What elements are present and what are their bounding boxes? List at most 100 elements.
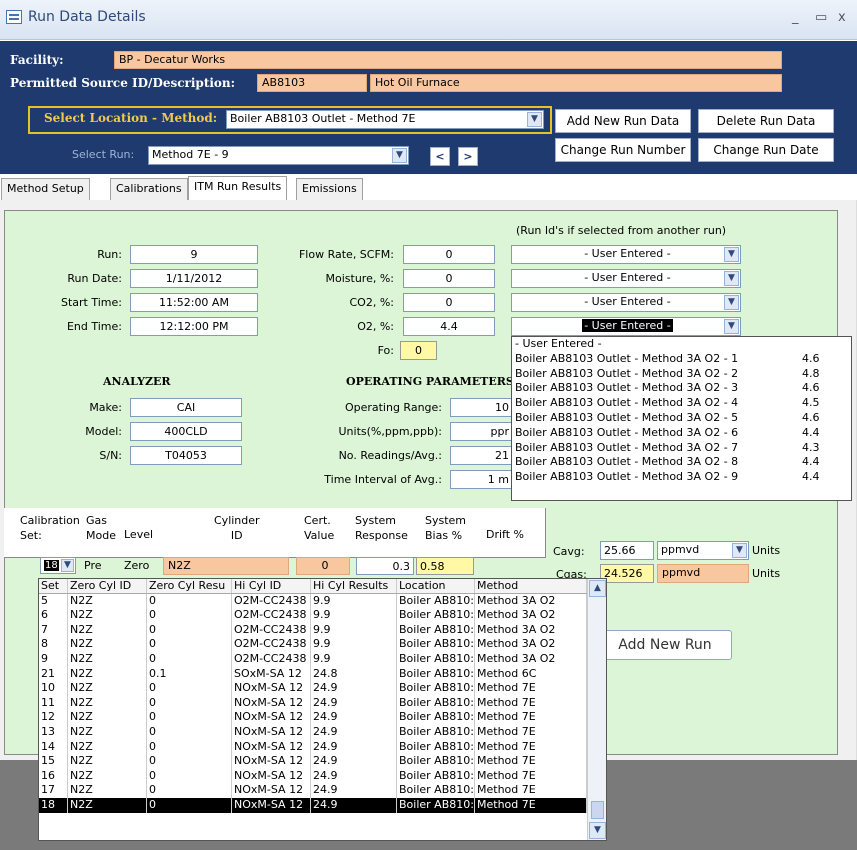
o2-dropdown-option[interactable]: Boiler AB8103 Outlet - Method 3A O2 - 1 4… xyxy=(512,352,851,367)
cgas-field: 24.526 xyxy=(600,564,654,583)
tab-calibrations[interactable]: Calibrations xyxy=(110,178,188,201)
form-icon xyxy=(6,10,22,24)
cal-drift-header: Drift % xyxy=(486,528,524,541)
chevron-down-icon[interactable]: ▼ xyxy=(724,247,739,262)
next-run-button[interactable]: > xyxy=(458,147,478,166)
location-method-select[interactable]: Boiler AB8103 Outlet - Method 7E ▼ xyxy=(226,110,544,129)
minimize-button[interactable]: _ xyxy=(792,10,799,25)
cal-response-value[interactable]: 0.3 xyxy=(356,557,414,575)
o2-dropdown-option[interactable]: Boiler AB8103 Outlet - Method 3A O2 - 4 4… xyxy=(512,396,851,411)
units-field[interactable]: ppr xyxy=(450,422,512,441)
dropdown-scrollbar[interactable]: ▲ ▼ xyxy=(587,579,606,840)
dropdown-cell: Boiler AB810: xyxy=(399,622,475,638)
dropdown-cell: N2Z xyxy=(68,593,147,609)
o2-dropdown-option[interactable]: Boiler AB8103 Outlet - Method 3A O2 - 7 4… xyxy=(512,441,851,456)
operating-range-field[interactable]: 10 xyxy=(450,398,512,417)
o2-dropdown-option[interactable]: Boiler AB8103 Outlet - Method 3A O2 - 3 4… xyxy=(512,381,851,396)
run-date-field[interactable]: 1/11/2012 xyxy=(130,269,258,288)
calibration-set-option[interactable]: 12 N2Z 0 NOxM-SA 12 24.9 Boiler AB810: Method … xyxy=(39,710,606,725)
calibration-set-option[interactable]: 21 N2Z 0.1 SOxM-SA 12 24.8 Boiler AB810: Metho… xyxy=(39,666,606,682)
o2-option-label: Boiler AB8103 Outlet - Method 3A O2 - 2 xyxy=(515,366,739,380)
calibration-set-option[interactable]: 5 N2Z 0 O2M-CC2438 9.9 Boiler AB810: Method 3A… xyxy=(39,593,606,609)
model-field[interactable]: 400CLD xyxy=(130,422,242,441)
calibration-set-option[interactable]: 6 N2Z 0 O2M-CC2438 9.9 Boiler AB810: Method 3A… xyxy=(39,608,606,623)
cavg-field[interactable]: 25.66 xyxy=(600,541,654,560)
calibration-set-dropdown-list[interactable]: Set Zero Cyl ID Zero Cyl Resu Hi Cyl ID Hi C… xyxy=(38,578,607,841)
make-field[interactable]: CAI xyxy=(130,398,242,417)
chevron-down-icon[interactable]: ▼ xyxy=(724,295,739,310)
interval-field[interactable]: 1 m xyxy=(450,470,512,489)
facility-field[interactable]: BP - Decatur Works xyxy=(114,51,782,69)
o2-run-dropdown-list[interactable]: - User Entered - Boiler AB8103 Outlet - M… xyxy=(511,336,852,501)
close-button[interactable]: x xyxy=(838,10,846,25)
chevron-down-icon[interactable]: ▼ xyxy=(724,271,739,286)
dropdown-cell: N2Z xyxy=(68,622,147,638)
calibration-set-option[interactable]: 10 N2Z 0 NOxM-SA 12 24.9 Boiler AB810: Method … xyxy=(39,681,606,696)
delete-run-data-button[interactable]: Delete Run Data xyxy=(698,109,834,133)
dropdown-cell: Boiler AB810: xyxy=(399,797,475,813)
o2-run-id-select[interactable]: - User Entered - ▼ xyxy=(511,317,741,336)
header-panel: Facility: BP - Decatur Works Permitted S… xyxy=(0,41,857,174)
source-id-field[interactable]: AB8103 xyxy=(257,74,367,92)
chevron-down-icon[interactable]: ▼ xyxy=(732,543,747,558)
flow-run-id-select[interactable]: - User Entered - ▼ xyxy=(511,245,741,264)
moisture-field[interactable]: 0 xyxy=(403,269,495,288)
cavg-units-select[interactable]: ppmvd ▼ xyxy=(657,541,749,560)
calibration-set-option[interactable]: 13 N2Z 0 NOxM-SA 12 24.9 Boiler AB810: Method … xyxy=(39,724,606,740)
o2-dropdown-option[interactable]: Boiler AB8103 Outlet - Method 3A O2 - 5 4… xyxy=(512,411,851,426)
tab-method-setup[interactable]: Method Setup xyxy=(1,178,90,201)
o2-field[interactable]: 4.4 xyxy=(403,317,495,336)
dropdown-cell: 15 xyxy=(39,754,68,769)
change-run-number-button[interactable]: Change Run Number xyxy=(555,138,691,162)
scroll-down-icon[interactable]: ▼ xyxy=(589,822,606,839)
dropdown-cell: 0 xyxy=(147,739,232,755)
add-run-data-button[interactable]: Add New Run Data xyxy=(555,109,691,133)
o2-dropdown-option[interactable]: Boiler AB8103 Outlet - Method 3A O2 - 6 4… xyxy=(512,426,851,441)
tab-emissions[interactable]: Emissions xyxy=(296,178,363,201)
dropdown-cell: Method 6C xyxy=(475,666,587,682)
scroll-up-icon[interactable]: ▲ xyxy=(589,580,606,597)
calibration-set-option[interactable]: 17 N2Z 0 NOxM-SA 12 24.9 Boiler AB810: Method … xyxy=(39,783,606,798)
dropdown-column-header: Zero Cyl ID xyxy=(68,579,147,593)
sn-label: S/N: xyxy=(99,449,122,462)
source-desc-field[interactable]: Hot Oil Furnace xyxy=(370,74,782,92)
dropdown-cell: N2Z xyxy=(68,739,147,755)
calibration-set-option[interactable]: 11 N2Z 0 NOxM-SA 12 24.9 Boiler AB810: Method … xyxy=(39,695,606,711)
co2-field[interactable]: 0 xyxy=(403,293,495,312)
run-field[interactable]: 9 xyxy=(130,245,258,264)
o2-dropdown-option[interactable]: - User Entered - xyxy=(512,337,851,352)
cal-set-select[interactable]: 18 ▼ xyxy=(40,557,76,574)
readings-field[interactable]: 21 xyxy=(450,446,512,465)
calibration-set-option[interactable]: 8 N2Z 0 O2M-CC2438 9.9 Boiler AB810: Method 3A… xyxy=(39,637,606,652)
flow-rate-field[interactable]: 0 xyxy=(403,245,495,264)
o2-option-label: Boiler AB8103 Outlet - Method 3A O2 - 8 xyxy=(515,455,739,469)
start-time-field[interactable]: 11:52:00 AM xyxy=(130,293,258,312)
calibration-set-option[interactable]: 15 N2Z 0 NOxM-SA 12 24.9 Boiler AB810: Method … xyxy=(39,754,606,769)
calibration-set-option[interactable]: 18 N2Z 0 NOxM-SA 12 24.9 Boiler AB810: Method … xyxy=(39,797,606,813)
moisture-run-id-select[interactable]: - User Entered - ▼ xyxy=(511,269,741,288)
dropdown-cell: 9.9 xyxy=(311,622,397,638)
co2-run-id-select[interactable]: - User Entered - ▼ xyxy=(511,293,741,312)
sn-field[interactable]: T04053 xyxy=(130,446,242,465)
end-time-field[interactable]: 12:12:00 PM xyxy=(130,317,258,336)
o2-dropdown-option[interactable]: Boiler AB8103 Outlet - Method 3A O2 - 2 4… xyxy=(512,367,851,382)
chevron-down-icon[interactable]: ▼ xyxy=(61,559,74,572)
calibration-set-option[interactable]: 9 N2Z 0 O2M-CC2438 9.9 Boiler AB810: Method 3A… xyxy=(39,651,606,667)
o2-dropdown-option[interactable]: Boiler AB8103 Outlet - Method 3A O2 - 9 4… xyxy=(512,470,851,485)
add-new-run-button[interactable]: Add New Run xyxy=(598,630,732,660)
calibration-set-option[interactable]: 7 N2Z 0 O2M-CC2438 9.9 Boiler AB810: Method 3A… xyxy=(39,622,606,638)
run-select[interactable]: Method 7E - 9 ▼ xyxy=(148,146,409,165)
calibration-set-option[interactable]: 16 N2Z 0 NOxM-SA 12 24.9 Boiler AB810: Method … xyxy=(39,768,606,784)
tab-itm-run-results[interactable]: ITM Run Results xyxy=(188,176,288,202)
previous-run-button[interactable]: < xyxy=(430,147,450,166)
scroll-thumb[interactable] xyxy=(591,801,604,819)
calibration-set-option[interactable]: 14 N2Z 0 NOxM-SA 12 24.9 Boiler AB810: Method … xyxy=(39,739,606,755)
dropdown-cell: Boiler AB810: xyxy=(399,783,475,798)
chevron-down-icon[interactable]: ▼ xyxy=(527,112,542,127)
chevron-down-icon[interactable]: ▼ xyxy=(392,148,407,163)
chevron-down-icon[interactable]: ▼ xyxy=(724,319,739,334)
o2-option-value: 4.6 xyxy=(802,410,820,424)
maximize-button[interactable]: ▭ xyxy=(815,10,827,25)
o2-dropdown-option[interactable]: Boiler AB8103 Outlet - Method 3A O2 - 8 4… xyxy=(512,455,851,470)
change-run-date-button[interactable]: Change Run Date xyxy=(698,138,834,162)
